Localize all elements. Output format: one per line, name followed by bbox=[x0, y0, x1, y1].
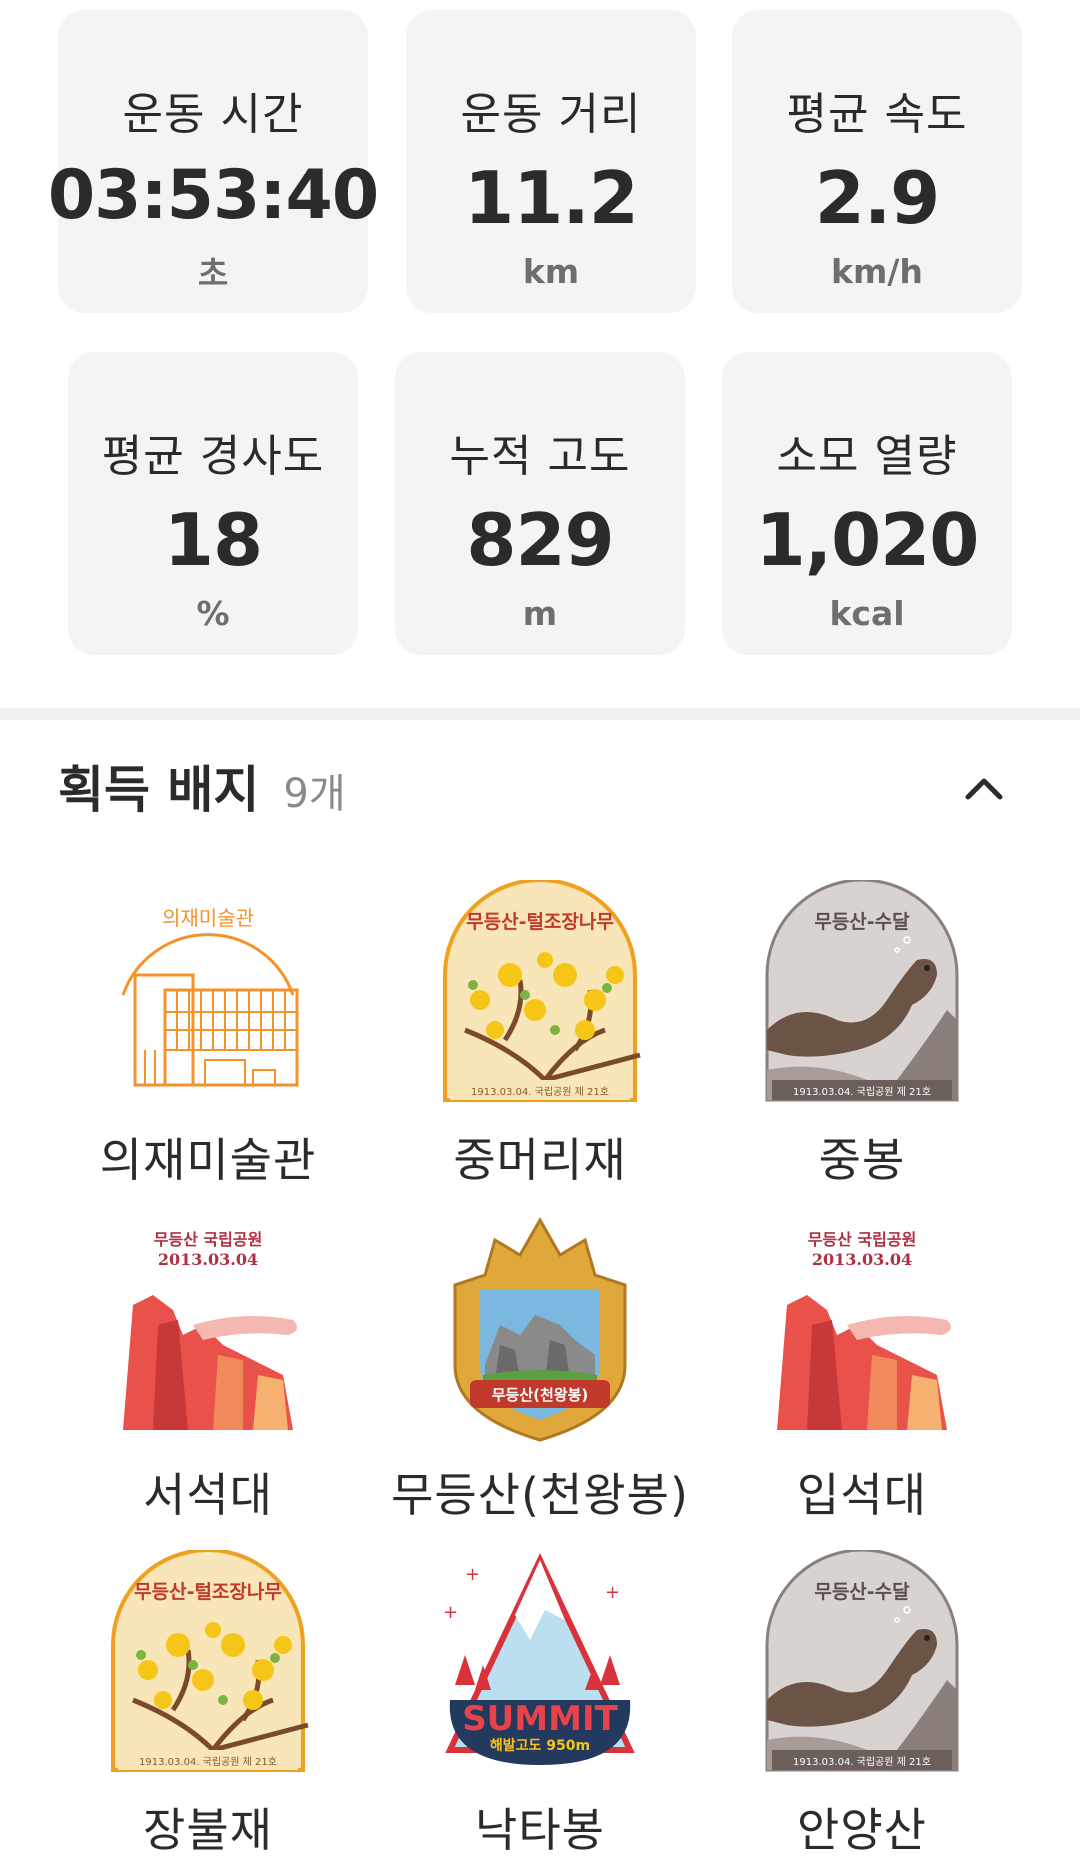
badge-art-text: 무등산 국립공원 bbox=[154, 1230, 263, 1249]
section-divider bbox=[0, 708, 1080, 720]
badge-art-sub: 해발고도 950m bbox=[490, 1737, 590, 1754]
badge-item[interactable]: 무등산-털조장나무 1913.03.04. 국립공원 제 21호 장불재 bbox=[43, 1550, 373, 1860]
stat-value: 18 bbox=[163, 498, 263, 582]
badge-footer-text: 1913.03.04. 국립공원 제 21호 bbox=[793, 1085, 931, 1098]
svg-text:+: + bbox=[465, 1564, 480, 1585]
badge-item[interactable]: 무등산-털조장나무 1913.03.04. 국립공원 제 21호 중머리재 bbox=[375, 880, 705, 1190]
svg-text:+: + bbox=[443, 1602, 458, 1623]
badge-art-date: 2013.03.04 bbox=[158, 1250, 258, 1269]
badge-item[interactable]: + + + SUMMIT 해발고도 950m 낙타봉 bbox=[375, 1550, 705, 1860]
stat-card-avg-speed: 평균 속도 2.9 km/h bbox=[732, 10, 1022, 313]
badge-name: 중봉 bbox=[818, 1133, 906, 1187]
stat-label: 평균 경사도 bbox=[101, 431, 325, 482]
stat-card-avg-slope: 평균 경사도 18 % bbox=[68, 352, 358, 655]
badge-name: 입석대 bbox=[797, 1468, 927, 1522]
badge-name: 서석대 bbox=[143, 1468, 273, 1522]
stat-card-calories: 소모 열량 1,020 kcal bbox=[722, 352, 1012, 655]
collapse-button[interactable] bbox=[960, 765, 1008, 813]
badge-footer-text: 1913.03.04. 국립공원 제 21호 bbox=[139, 1755, 277, 1768]
stat-value: 2.9 bbox=[814, 156, 941, 240]
stat-unit: % bbox=[196, 594, 230, 633]
badge-art-text: 무등산 국립공원 bbox=[808, 1230, 917, 1249]
badge-footer-text: 1913.03.04. 국립공원 제 21호 bbox=[793, 1755, 931, 1768]
stat-unit: 초 bbox=[197, 254, 229, 293]
badge-name: 안양산 bbox=[797, 1803, 927, 1857]
stat-value: 03:53:40 bbox=[47, 156, 379, 235]
stat-value: 1,020 bbox=[755, 498, 980, 582]
otter-badge-icon: 무등산-수달 1913.03.04. 국립공원 제 21호 bbox=[765, 1550, 959, 1772]
badge-art-text: 무등산-털조장나무 bbox=[466, 911, 614, 933]
museum-badge-icon: 의재미술관 bbox=[121, 906, 299, 1087]
stat-value: 11.2 bbox=[464, 156, 639, 240]
badge-item[interactable]: 무등산-수달 1913.03.04. 국립공원 제 21호 안양산 bbox=[697, 1550, 1027, 1860]
badge-item[interactable]: 의재미술관 의재미술관 bbox=[43, 880, 373, 1190]
badge-art-date: 2013.03.04 bbox=[812, 1250, 912, 1269]
badge-item[interactable]: 무등산(천왕봉) 무등산(천왕봉) bbox=[375, 1215, 705, 1525]
stat-label: 운동 시간 bbox=[122, 89, 304, 140]
forsythia-badge-icon: 무등산-털조장나무 1913.03.04. 국립공원 제 21호 bbox=[443, 880, 641, 1102]
badge-name: 장불재 bbox=[143, 1803, 273, 1857]
chevron-up-icon bbox=[965, 778, 1003, 800]
stat-label: 평균 속도 bbox=[786, 89, 968, 140]
stat-unit: kcal bbox=[829, 594, 905, 633]
stat-unit: km bbox=[522, 252, 580, 291]
mountain-shield-badge-icon: 무등산(천왕봉) bbox=[453, 1216, 627, 1442]
badge-name: 낙타봉 bbox=[475, 1803, 605, 1857]
badge-name: 중머리재 bbox=[453, 1133, 627, 1187]
badge-art-text: 무등산(천왕봉) bbox=[492, 1386, 589, 1404]
svg-text:+: + bbox=[605, 1582, 620, 1603]
badge-art-text: 무등산-수달 bbox=[814, 1581, 910, 1603]
rock-pillar-badge-icon: 무등산 국립공원 2013.03.04 bbox=[123, 1230, 297, 1430]
stat-card-elevation-gain: 누적 고도 829 m bbox=[395, 352, 685, 655]
summit-badge-icon: + + + SUMMIT 해발고도 950m bbox=[443, 1552, 635, 1765]
stat-value: 829 bbox=[466, 498, 614, 582]
stat-unit: m bbox=[522, 594, 558, 633]
badge-art-text: SUMMIT bbox=[462, 1699, 618, 1739]
stat-card-distance: 운동 거리 11.2 km bbox=[406, 10, 696, 313]
badge-art-text: 무등산-수달 bbox=[814, 911, 910, 933]
badge-name: 의재미술관 bbox=[99, 1133, 317, 1187]
badge-item[interactable]: 무등산 국립공원 2013.03.04 서석대 bbox=[43, 1215, 373, 1525]
badge-name: 무등산(천왕봉) bbox=[391, 1468, 689, 1522]
forsythia-badge-icon: 무등산-털조장나무 1913.03.04. 국립공원 제 21호 bbox=[111, 1550, 309, 1772]
badge-art-text: 무등산-털조장나무 bbox=[134, 1581, 282, 1603]
badge-footer-text: 1913.03.04. 국립공원 제 21호 bbox=[471, 1085, 609, 1098]
otter-badge-icon: 무등산-수달 1913.03.04. 국립공원 제 21호 bbox=[765, 880, 959, 1102]
badge-section-header: 획득 배지 9개 bbox=[58, 750, 346, 822]
badge-art-text: 의재미술관 bbox=[162, 906, 254, 930]
stat-label: 소모 열량 bbox=[776, 431, 958, 482]
stat-label: 운동 거리 bbox=[460, 89, 642, 140]
badge-count: 9개 bbox=[283, 771, 346, 817]
badge-item[interactable]: 무등산-수달 1913.03.04. 국립공원 제 21호 중봉 bbox=[697, 880, 1027, 1190]
stat-label: 누적 고도 bbox=[449, 431, 631, 482]
badge-item[interactable]: 무등산 국립공원 2013.03.04 입석대 bbox=[697, 1215, 1027, 1525]
stat-card-duration: 운동 시간 03:53:40 초 bbox=[48, 10, 379, 313]
rock-pillar-badge-icon: 무등산 국립공원 2013.03.04 bbox=[777, 1230, 951, 1430]
stat-unit: km/h bbox=[831, 252, 923, 291]
badge-section-title: 획득 배지 bbox=[58, 761, 260, 819]
